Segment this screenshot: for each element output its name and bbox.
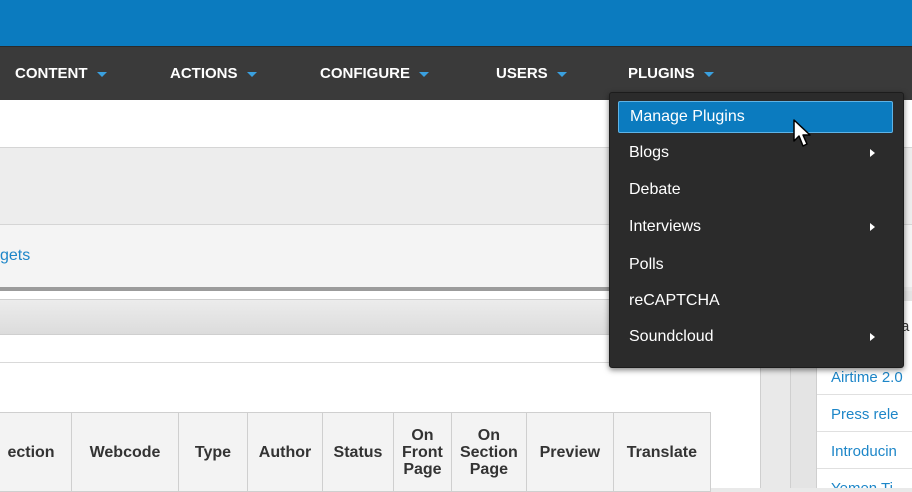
menu-item-blogs[interactable]: Blogs — [618, 137, 893, 169]
sidebar-link[interactable]: Yemen Ti — [831, 480, 893, 488]
col-status[interactable]: Status — [322, 412, 394, 492]
plugins-dropdown-menu: Manage Plugins Blogs Debate Interviews P… — [609, 92, 904, 368]
nav-users-label: USERS — [496, 65, 548, 82]
menu-item-label: reCAPTCHA — [629, 292, 720, 309]
nav-plugins-label: PLUGINS — [628, 65, 695, 82]
menu-item-label: Manage Plugins — [630, 108, 745, 125]
nav-users[interactable]: USERS — [496, 47, 567, 101]
chevron-down-icon — [556, 71, 567, 77]
table-header-row: ection Webcode Type Author Status On Fro… — [0, 412, 711, 492]
menu-item-label: Soundcloud — [629, 328, 714, 345]
menu-item-label: Interviews — [629, 218, 702, 235]
menu-item-label: Debate — [629, 181, 681, 198]
col-section[interactable]: ection — [0, 412, 72, 492]
menu-item-manage-plugins[interactable]: Manage Plugins — [618, 101, 893, 133]
sidebar-link[interactable]: Introducin — [831, 443, 897, 460]
chevron-right-icon — [870, 223, 875, 231]
chevron-down-icon — [703, 71, 714, 77]
articles-table: ection Webcode Type Author Status On Fro… — [0, 412, 711, 492]
col-on-section-page[interactable]: On Section Page — [450, 412, 527, 492]
top-bar — [0, 0, 912, 46]
sidebar-separator — [817, 394, 912, 395]
menu-item-debate[interactable]: Debate — [618, 174, 893, 206]
col-preview[interactable]: Preview — [525, 412, 614, 492]
menu-item-label: Blogs — [629, 144, 670, 161]
sidebar-separator — [817, 468, 912, 469]
sidebar-separator — [817, 431, 912, 432]
col-author[interactable]: Author — [247, 412, 323, 492]
col-on-front-page[interactable]: On Front Page — [393, 412, 452, 492]
sidebar-link[interactable]: Airtime 2.0 — [831, 369, 903, 386]
menu-item-soundcloud[interactable]: Soundcloud — [618, 321, 893, 353]
col-translate[interactable]: Translate — [612, 412, 711, 492]
nav-actions[interactable]: ACTIONS — [170, 47, 257, 101]
chevron-right-icon — [870, 149, 875, 157]
nav-content-label: CONTENT — [15, 65, 88, 82]
menu-item-label: Polls — [629, 256, 664, 273]
chevron-down-icon — [96, 71, 107, 77]
col-type[interactable]: Type — [178, 412, 248, 492]
mouse-pointer-icon — [793, 119, 811, 147]
chevron-down-icon — [246, 71, 257, 77]
nav-configure[interactable]: CONFIGURE — [320, 47, 429, 101]
menu-item-polls[interactable]: Polls — [618, 249, 893, 281]
nav-configure-label: CONFIGURE — [320, 65, 410, 82]
menu-item-recaptcha[interactable]: reCAPTCHA — [618, 285, 893, 317]
col-webcode[interactable]: Webcode — [71, 412, 179, 492]
sidebar-link[interactable]: Press rele — [831, 406, 899, 423]
chevron-right-icon — [870, 333, 875, 341]
nav-content[interactable]: CONTENT — [15, 47, 107, 101]
menu-item-interviews[interactable]: Interviews — [618, 211, 893, 243]
widgets-link[interactable]: gets — [0, 247, 30, 265]
nav-actions-label: ACTIONS — [170, 65, 238, 82]
chevron-down-icon — [419, 71, 429, 77]
